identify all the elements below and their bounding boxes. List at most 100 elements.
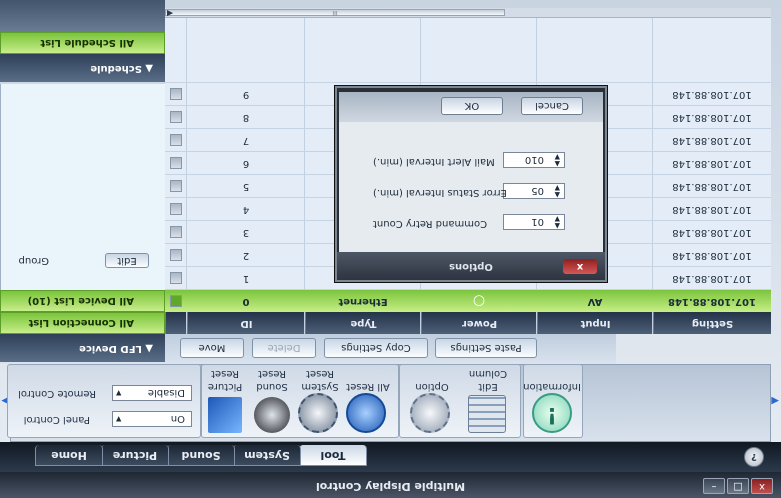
cell-id: 0: [242, 296, 250, 307]
all-connection-list[interactable]: All Connection List: [0, 312, 165, 334]
cell-setting: 107.108.88.148: [672, 89, 752, 100]
app-window: Multiple Display Control x □ – Tool Syst…: [0, 0, 781, 498]
ok-button[interactable]: OK: [441, 97, 503, 115]
cell-id: 8: [242, 112, 250, 123]
column-header-checkbox[interactable]: [165, 312, 187, 334]
reset-all-icon[interactable]: [346, 393, 386, 433]
cell-id: 1: [242, 273, 250, 284]
column-header-input[interactable]: Input: [537, 312, 653, 334]
cell-id: 7: [242, 135, 250, 146]
dialog-footer: Cancel OK: [339, 92, 603, 122]
tab-tool[interactable]: Tool: [299, 445, 367, 466]
reset-picture-icon[interactable]: [208, 397, 242, 433]
led-device-header[interactable]: ▲ LFD Device: [0, 334, 165, 362]
reset-sound-icon[interactable]: [254, 397, 290, 433]
column-header-type[interactable]: Type: [305, 312, 421, 334]
cell-input: AV: [587, 296, 603, 307]
panel-control-value: On: [170, 413, 185, 424]
reset-picture-label: Picture Reset: [207, 368, 243, 392]
delete-button[interactable]: Delete: [252, 338, 316, 358]
left-panel-footer: [0, 0, 165, 32]
row-checkbox[interactable]: [170, 203, 182, 215]
dialog-close-button[interactable]: x: [563, 259, 597, 274]
mail-alert-interval-label: Mail Alert Interval (min.): [373, 156, 495, 167]
row-checkbox[interactable]: [170, 180, 182, 192]
power-icon: ○: [472, 293, 486, 309]
options-panel: Edit Column Option: [399, 364, 521, 438]
scrollbar-thumb[interactable]: III: [165, 9, 505, 16]
cell-setting: 107.108.88.148: [672, 135, 752, 146]
cell-setting: 107.108.88.148: [672, 112, 752, 123]
scroll-left-icon[interactable]: ◀: [771, 395, 779, 406]
row-checkbox[interactable]: [170, 88, 182, 100]
cell-id: 3: [242, 227, 250, 238]
row-checkbox[interactable]: [170, 295, 182, 307]
cancel-button[interactable]: Cancel: [521, 97, 583, 115]
move-button[interactable]: Move: [180, 338, 244, 358]
horizontal-scrollbar[interactable]: III ◀: [165, 8, 771, 18]
column-header-setting[interactable]: Setting: [653, 312, 771, 334]
all-device-list[interactable]: All Device List (10): [0, 290, 165, 312]
remote-control-select[interactable]: Disable ▼: [112, 385, 192, 401]
row-checkbox[interactable]: [170, 157, 182, 169]
tab-home[interactable]: Home: [35, 445, 103, 466]
row-checkbox[interactable]: [170, 272, 182, 284]
column-header-id[interactable]: ID: [187, 312, 305, 334]
help-icon[interactable]: ?: [744, 447, 764, 467]
cell-setting: 107.108.88.148: [672, 204, 752, 215]
options-dialog: Options x ▲ ▼ 01 Command Retry Count ▲ ▼ 05 …: [335, 86, 607, 282]
cell-id: 6: [242, 158, 250, 169]
cell-setting: 107.108.88.148: [672, 227, 752, 238]
dialog-title-bar: Options x: [337, 252, 605, 280]
close-button[interactable]: x: [751, 478, 773, 494]
cell-id: 9: [242, 89, 250, 100]
dialog-body: ▲ ▼ 01 Command Retry Count ▲ ▼ 05 Error Stat…: [339, 122, 603, 252]
field-row-mail: ▲ ▼ 010 Mail Alert Interval (min.): [339, 152, 603, 168]
cell-id: 5: [242, 181, 250, 192]
row-checkbox[interactable]: [170, 249, 182, 261]
information-panel: ! Information: [523, 364, 583, 438]
information-icon[interactable]: !: [532, 393, 572, 433]
row-checkbox[interactable]: [170, 226, 182, 238]
schedule-header[interactable]: ▲ Schedule: [0, 54, 165, 82]
scrollbar-grip: III: [332, 9, 338, 16]
scroll-left-arrow-icon[interactable]: ◀: [167, 9, 173, 18]
table-row[interactable]: 107.108.88.148 AV ○ Ethernet 0: [165, 289, 771, 312]
panel-control-select[interactable]: On ▼: [112, 411, 192, 427]
column-header-power[interactable]: Power: [421, 312, 537, 334]
row-checkbox[interactable]: [170, 111, 182, 123]
maximize-button[interactable]: □: [727, 478, 749, 494]
copy-settings-button[interactable]: Copy Settings: [324, 338, 428, 358]
command-retry-count-label: Command Retry Count: [373, 218, 488, 229]
cell-setting: 107.108.88.148: [672, 181, 752, 192]
paste-settings-button[interactable]: Paste Settings: [435, 338, 537, 358]
group-label: Group: [18, 255, 49, 266]
tab-system[interactable]: System: [233, 445, 301, 466]
information-label: Information: [523, 381, 581, 392]
cell-setting: 107.108.88.148: [672, 250, 752, 261]
tab-picture[interactable]: Picture: [101, 445, 169, 466]
edit-column-label: Edit Column: [468, 368, 508, 392]
edit-column-icon[interactable]: [468, 395, 506, 433]
reset-all-label: All Reset: [346, 381, 390, 392]
reset-panel: All Reset System Reset Sound Reset Pictu…: [201, 364, 399, 438]
option-label: Option: [415, 381, 449, 392]
reset-system-icon[interactable]: [298, 393, 338, 433]
dropdown-arrow-icon: ▼: [116, 389, 122, 397]
tab-bar: Tool System Sound Picture Home: [0, 442, 781, 472]
cell-setting: 107.108.88.148: [672, 273, 752, 284]
schedule-label: Schedule: [90, 63, 142, 74]
tab-sound[interactable]: Sound: [167, 445, 235, 466]
group-edit-button[interactable]: Edit: [105, 253, 149, 268]
group-list: Edit Group: [0, 84, 165, 290]
field-row-retry: ▲ ▼ 01 Command Retry Count: [339, 214, 603, 230]
field-row-error: ▲ ▼ 05 Error Status Interval (min.): [339, 183, 603, 199]
dropdown-arrow-icon: ▼: [116, 415, 122, 423]
title-bar: Multiple Display Control x □ –: [0, 472, 781, 498]
row-checkbox[interactable]: [170, 134, 182, 146]
option-gear-icon[interactable]: [410, 393, 450, 433]
minimize-button[interactable]: –: [703, 478, 725, 494]
all-schedule-list[interactable]: All Schedule List: [0, 32, 165, 54]
error-status-interval-label: Error Status Interval (min.): [373, 187, 507, 198]
remote-control-value: Disable: [147, 387, 185, 398]
